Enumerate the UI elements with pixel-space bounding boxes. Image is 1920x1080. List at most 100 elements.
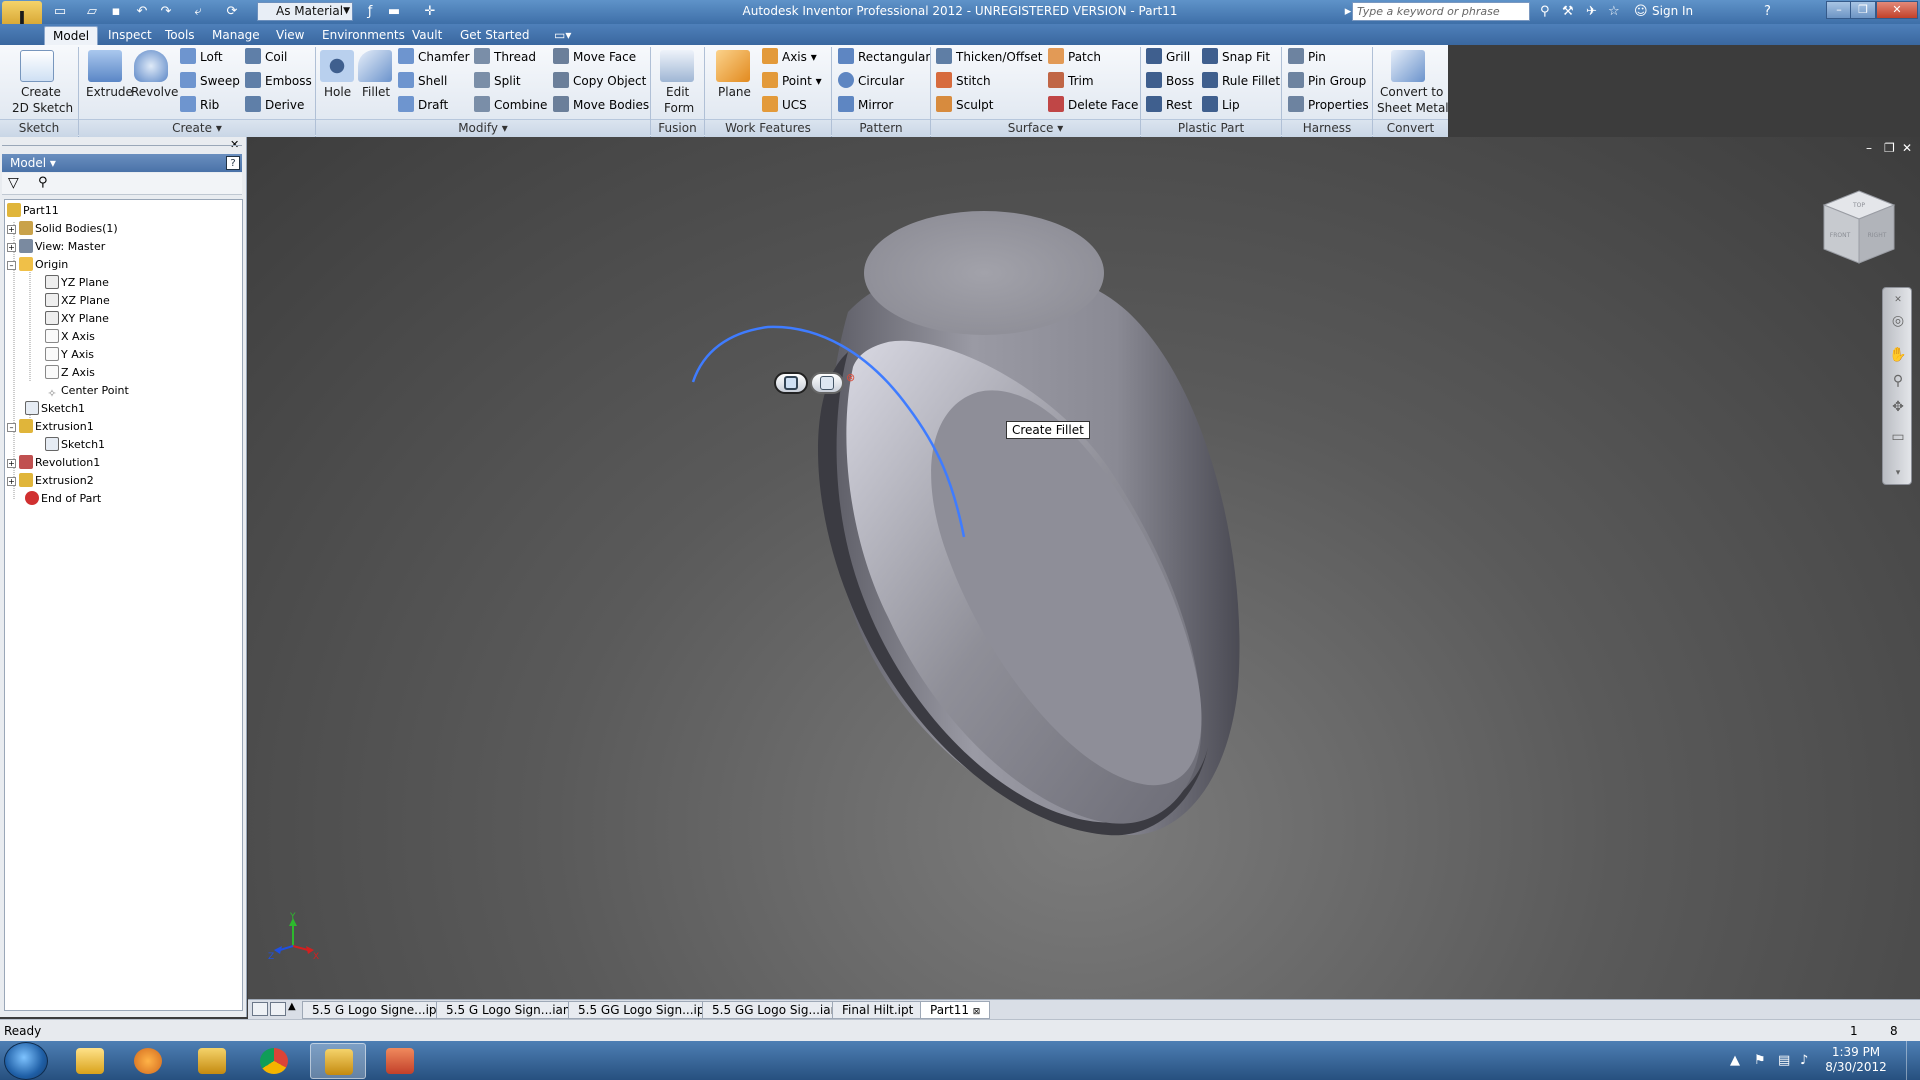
close-icon[interactable]: ✕ (1889, 291, 1907, 309)
pin-button[interactable]: Pin (1288, 47, 1326, 67)
action-center-flag-icon[interactable]: ⚑ (1754, 1053, 1766, 1068)
tree-node-xy-plane[interactable]: XY Plane (45, 310, 109, 328)
communication-center-icon[interactable]: ✈ (1586, 3, 1597, 20)
tree-node-solid-bodies[interactable]: + Solid Bodies(1) (7, 220, 118, 238)
pan-hand-icon[interactable]: ✋ (1889, 346, 1907, 364)
derive-button[interactable]: Derive (245, 95, 304, 115)
shell-button[interactable]: Shell (398, 71, 447, 91)
tab-inspect[interactable]: Inspect (100, 26, 160, 45)
collapse-icon[interactable]: – (7, 261, 16, 270)
tree-node-view-master[interactable]: + View: Master (7, 238, 105, 256)
tree-node-center-point[interactable]: ✧ Center Point (45, 382, 128, 400)
snap-fit-button[interactable]: Snap Fit (1202, 47, 1270, 67)
doc-tab-1[interactable]: 5.5 G Logo Signe...ipt (302, 1001, 452, 1019)
look-at-icon[interactable]: ▭ (1889, 428, 1907, 446)
tree-node-xz-plane[interactable]: XZ Plane (45, 292, 110, 310)
pin-group-button[interactable]: Pin Group (1288, 71, 1366, 91)
circular-pattern-button[interactable]: Circular (838, 71, 904, 91)
tile-icon[interactable] (252, 1002, 268, 1016)
filter-icon[interactable]: ▽ (8, 175, 19, 191)
tab-get-started[interactable]: Get Started (452, 26, 538, 45)
rest-button[interactable]: Rest (1146, 95, 1192, 115)
material-dropdown[interactable]: As Material ▼ (257, 2, 353, 21)
doc-tab-part11[interactable]: Part11 ⊠ (920, 1001, 991, 1019)
cascade-icon[interactable] (270, 1002, 286, 1016)
update-icon[interactable]: ⟳ (224, 4, 240, 20)
undo-icon[interactable]: ↶ (134, 4, 150, 20)
steering-wheel-icon[interactable]: ◎ (1889, 312, 1907, 330)
help-icon[interactable]: ? (1764, 3, 1771, 20)
tab-environments[interactable]: Environments (314, 26, 413, 45)
copy-object-button[interactable]: Copy Object (553, 71, 646, 91)
tab-manage[interactable]: Manage (204, 26, 268, 45)
trim-button[interactable]: Trim (1048, 71, 1094, 91)
chamfer-button[interactable]: Chamfer (398, 47, 470, 67)
tab-tools[interactable]: Tools (157, 26, 203, 45)
maximize-button[interactable]: ❐ (1850, 1, 1876, 19)
collapse-icon[interactable]: – (7, 423, 16, 432)
sculpt-button[interactable]: Sculpt (936, 95, 993, 115)
panel-title-modify[interactable]: Modify ▾ (316, 119, 650, 137)
doc-tab-3[interactable]: 5.5 GG Logo Sign...ipt (568, 1001, 720, 1019)
expand-icon[interactable]: + (7, 243, 16, 252)
minimize-button[interactable]: – (1826, 1, 1852, 19)
panel-title-surface[interactable]: Surface ▾ (931, 119, 1140, 137)
graphics-viewport[interactable]: ⊗ Create Fillet – ❐ ✕ TOP FRONT RIGHT ✕ … (248, 137, 1920, 999)
help-icon[interactable]: ? (226, 156, 240, 170)
emboss-button[interactable]: Emboss (245, 71, 312, 91)
taskbar-powerpoint[interactable] (372, 1043, 428, 1079)
axis-button[interactable]: Axis ▾ (762, 47, 817, 67)
split-button[interactable]: Split (474, 71, 521, 91)
favorites-star-icon[interactable]: ☆ (1608, 3, 1620, 20)
doc-tab-4[interactable]: 5.5 GG Logo Sig...iam (702, 1001, 853, 1019)
expand-icon[interactable]: + (7, 225, 16, 234)
redo-icon[interactable]: ↷ (158, 4, 174, 20)
volume-icon[interactable]: ♪ (1800, 1053, 1808, 1068)
delete-face-button[interactable]: Delete Face (1048, 95, 1138, 115)
thread-button[interactable]: Thread (474, 47, 536, 67)
rectangular-pattern-button[interactable]: Rectangular (838, 47, 930, 67)
save-icon[interactable]: ▪ (108, 4, 124, 20)
tab-model[interactable]: Model (44, 26, 99, 45)
system-clock[interactable]: 1:39 PM 8/30/2012 (1814, 1045, 1898, 1075)
boss-button[interactable]: Boss (1146, 71, 1194, 91)
start-button[interactable] (4, 1042, 48, 1080)
taskbar-inventor-pro[interactable] (184, 1043, 240, 1079)
tree-node-yz-plane[interactable]: YZ Plane (45, 274, 109, 292)
stitch-button[interactable]: Stitch (936, 71, 991, 91)
panel-title-create[interactable]: Create ▾ (79, 119, 315, 137)
ring-signet-face[interactable] (864, 211, 1104, 335)
combine-button[interactable]: Combine (474, 95, 547, 115)
harness-properties-button[interactable]: Properties (1288, 95, 1369, 115)
thicken-offset-button[interactable]: Thicken/Offset (936, 47, 1042, 67)
taskbar-media-player[interactable] (120, 1043, 176, 1079)
find-binoculars-icon[interactable]: ⚲ (38, 175, 48, 190)
grill-button[interactable]: Grill (1146, 47, 1190, 67)
tree-node-y-axis[interactable]: Y Axis (45, 346, 94, 364)
taskbar-explorer[interactable] (62, 1043, 118, 1079)
tab-view[interactable]: View (268, 26, 312, 45)
open-file-icon[interactable]: ▱ (84, 4, 100, 20)
tree-node-revolution1[interactable]: + Revolution1 (7, 454, 100, 472)
mirror-button[interactable]: Mirror (838, 95, 893, 115)
patch-button[interactable]: Patch (1048, 47, 1101, 67)
close-icon[interactable]: ⊠ (973, 1007, 981, 1017)
doc-tab-5[interactable]: Final Hilt.ipt (832, 1001, 924, 1019)
fillet-options-button[interactable] (810, 372, 844, 394)
tree-node-origin[interactable]: – Origin (7, 256, 68, 274)
rib-button[interactable]: Rib (180, 95, 219, 115)
browser-header[interactable]: Model ▾ ? (2, 154, 242, 172)
customize-icon[interactable]: ▾ (1889, 464, 1907, 482)
tree-node-x-axis[interactable]: X Axis (45, 328, 95, 346)
appearance-icon[interactable]: ▬ (386, 4, 402, 20)
orbit-icon[interactable]: ✥ (1889, 398, 1907, 416)
sweep-button[interactable]: Sweep (180, 71, 240, 91)
help-search-input[interactable]: Type a keyword or phrase (1352, 2, 1530, 21)
expand-icon[interactable]: + (7, 459, 16, 468)
loft-button[interactable]: Loft (180, 47, 223, 67)
move-bodies-button[interactable]: Move Bodies (553, 95, 649, 115)
rule-fillet-button[interactable]: Rule Fillet (1202, 71, 1280, 91)
subscription-icon[interactable]: ⚒ (1562, 3, 1574, 20)
tree-node-extrusion2[interactable]: + Extrusion2 (7, 472, 94, 490)
cancel-icon[interactable]: ⊗ (846, 371, 855, 384)
